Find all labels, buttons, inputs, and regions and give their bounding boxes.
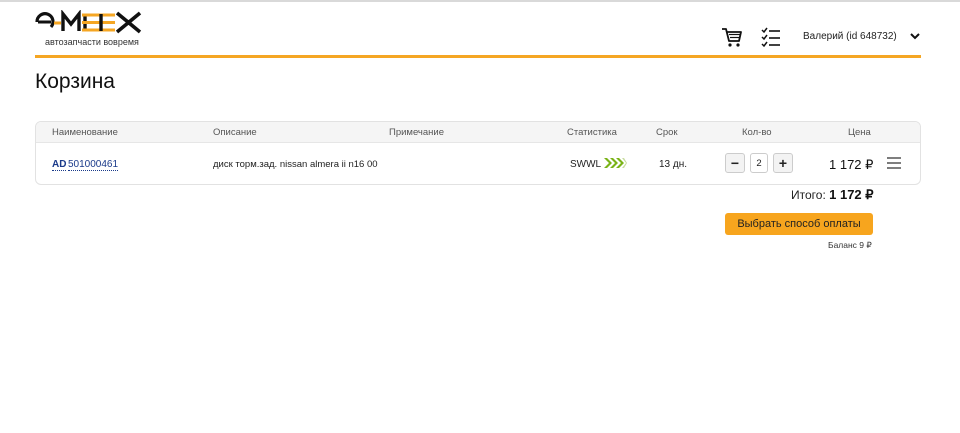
top-border xyxy=(0,0,960,2)
cart-total: Итого: 1 172 ₽ xyxy=(791,187,874,203)
total-value: 1 172 ₽ xyxy=(829,187,874,202)
column-header-quantity: Кол-во xyxy=(742,127,772,138)
page-title: Корзина xyxy=(35,70,115,93)
hamburger-menu-icon[interactable] xyxy=(887,156,901,170)
quantity-decrease-button[interactable]: − xyxy=(725,153,745,173)
site-header: автозапчасти вовремя Валерий (id 648732) xyxy=(35,8,921,58)
task-list-icon[interactable] xyxy=(760,26,782,48)
cart-table: Наименование Описание Примечание Статист… xyxy=(35,121,921,185)
column-header-name: Наименование xyxy=(52,127,118,138)
column-header-statistics: Статистика xyxy=(567,127,617,138)
account-balance: Баланс 9 ₽ xyxy=(828,240,872,250)
quantity-input[interactable] xyxy=(750,153,768,173)
item-brand[interactable]: AD xyxy=(52,159,67,171)
logo-tagline: автозапчасти вовремя xyxy=(45,37,139,47)
statistics-arrows-icon xyxy=(604,158,627,168)
emex-logo[interactable]: автозапчасти вовремя xyxy=(35,10,145,48)
column-header-description: Описание xyxy=(213,127,257,138)
item-statistics-code: SWWL xyxy=(570,159,602,170)
item-description: диск торм.зад. nissan almera ii n16 00 xyxy=(213,159,378,170)
choose-payment-button[interactable]: Выбрать способ оплаты xyxy=(725,213,873,235)
cart-icon[interactable] xyxy=(721,26,743,48)
chevron-down-icon[interactable] xyxy=(909,30,921,42)
table-row: AD 501000461 диск торм.зад. nissan almer… xyxy=(36,143,920,184)
item-delivery-term: 13 дн. xyxy=(659,159,688,170)
total-label: Итого: xyxy=(791,188,826,202)
quantity-increase-button[interactable]: + xyxy=(773,153,793,173)
user-menu[interactable]: Валерий (id 648732) xyxy=(803,31,897,42)
column-header-term: Срок xyxy=(656,127,678,138)
cart-table-header: Наименование Описание Примечание Статист… xyxy=(36,122,920,143)
column-header-note: Примечание xyxy=(389,127,444,138)
item-part-number-link[interactable]: 501000461 xyxy=(68,159,119,171)
emex-logo-mark xyxy=(35,10,142,34)
item-price: 1 172 ₽ xyxy=(829,157,874,172)
column-header-price: Цена xyxy=(848,127,871,138)
